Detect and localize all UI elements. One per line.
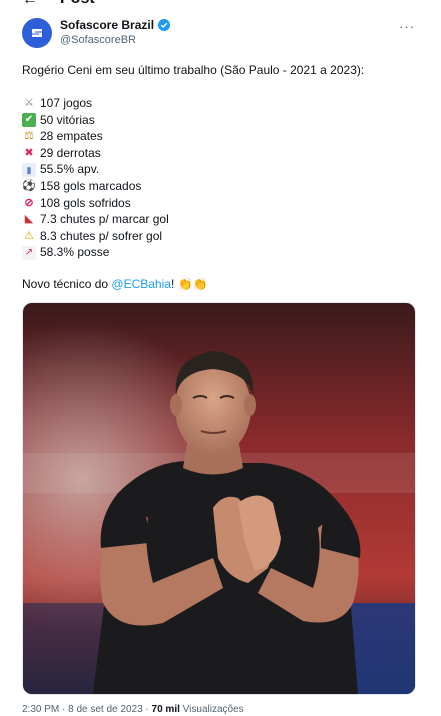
author-row: Sofascore Brazil	[60, 18, 171, 32]
outro-prefix: Novo técnico do	[22, 277, 112, 291]
soccer-ball-icon: ⚽	[22, 180, 36, 193]
stat-text: 55.5% apv.	[40, 162, 100, 177]
stat-text: 29 derrotas	[40, 145, 101, 160]
check-icon: ✔	[22, 112, 36, 127]
stat-item: ⚽ 158 gols marcados	[22, 178, 169, 195]
stat-text: 108 gols sofridos	[40, 195, 131, 210]
stat-text: 28 empates	[40, 129, 103, 144]
swords-icon: ⚔	[24, 97, 34, 110]
more-options-icon[interactable]: ···	[399, 19, 415, 34]
stat-text: 158 gols marcados	[40, 178, 142, 193]
tweet-footer: 2:30 PM · 8 de set de 2023 · 70 mil Visu…	[22, 704, 244, 715]
back-arrow-icon[interactable]: ←	[22, 0, 38, 9]
page-title: Post	[60, 0, 95, 8]
stat-item: ▮ 55.5% apv.	[22, 161, 169, 178]
stat-item: ⚖ 28 empates	[22, 128, 169, 145]
author-name[interactable]: Sofascore Brazil	[60, 18, 154, 32]
bar-chart-icon: ▮	[22, 162, 36, 177]
stat-item: ↗ 58.3% posse	[22, 244, 169, 261]
stat-text: 50 vitórias	[40, 112, 95, 127]
views-count: 70 mil	[151, 704, 180, 715]
tweet-intro-text: Rogério Ceni em seu último trabalho (São…	[22, 63, 365, 77]
outro-suffix: ! 👏👏	[170, 277, 208, 291]
stat-text: 58.3% posse	[40, 245, 110, 260]
tweet-outro-text: Novo técnico do @ECBahia! 👏👏	[22, 276, 208, 293]
stat-item: ◣ 7.3 chutes p/ marcar gol	[22, 211, 169, 228]
views-label: Visualizações	[179, 704, 244, 715]
author-handle[interactable]: @SofascoreBR	[60, 34, 136, 46]
trending-up-icon: ↗	[22, 245, 36, 260]
stat-item: ⚠ 8.3 chutes p/ sofrer gol	[22, 228, 169, 245]
stats-list: ⚔ 107 jogos ✔ 50 vitórias ⚖ 28 empates ✖ 29 der…	[22, 95, 169, 261]
stat-item: ✖ 29 derrotas	[22, 145, 169, 162]
scales-icon: ⚖	[24, 130, 34, 143]
warning-icon: ⚠	[24, 230, 34, 243]
stat-item: ⚔ 107 jogos	[22, 95, 169, 112]
avatar[interactable]	[22, 18, 52, 48]
sofascore-logo-icon	[32, 29, 42, 37]
mention-link[interactable]: @ECBahia	[111, 277, 171, 291]
stat-text: 8.3 chutes p/ sofrer gol	[40, 228, 163, 243]
top-bar: ← Post	[0, 0, 441, 10]
tweet-photo[interactable]	[22, 302, 416, 695]
stat-item: ⊘ 108 gols sofridos	[22, 195, 169, 212]
soccer-shoe-icon: ◣	[24, 213, 34, 226]
timestamp[interactable]: 2:30 PM · 8 de set de 2023 ·	[22, 704, 152, 715]
prohibited-icon: ⊘	[24, 196, 34, 209]
verified-badge-icon	[158, 19, 171, 31]
stat-text: 7.3 chutes p/ marcar gol	[40, 212, 169, 227]
stat-text: 107 jogos	[40, 96, 93, 110]
stat-item: ✔ 50 vitórias	[22, 112, 169, 129]
cross-mark-icon: ✖	[24, 147, 34, 160]
coach-photo-image	[23, 303, 415, 694]
